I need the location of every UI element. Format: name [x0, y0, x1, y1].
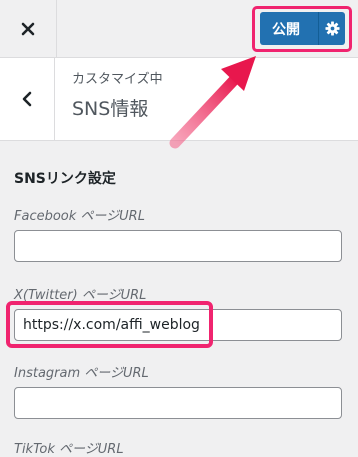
twitter-url-input[interactable]: [14, 309, 342, 341]
tiktok-url-label: TikTok ページURL: [14, 442, 124, 457]
publish-settings-button[interactable]: [319, 21, 345, 36]
instagram-url-input[interactable]: [14, 387, 342, 419]
instagram-url-label: Instagram ページURL: [14, 366, 149, 381]
twitter-url-label: X(Twitter) ページURL: [14, 288, 147, 303]
close-icon: [21, 22, 35, 35]
sns-group-title: SNSリンク設定: [14, 171, 116, 187]
publish-button[interactable]: 公開: [272, 19, 318, 39]
back-button[interactable]: [0, 58, 55, 140]
facebook-url-label: Facebook ページURL: [14, 209, 145, 224]
close-button[interactable]: [0, 0, 57, 57]
section-header: カスタマイズ中 SNS情報: [0, 58, 358, 141]
customizing-breadcrumb: カスタマイズ中: [72, 72, 163, 87]
chevron-left-icon: [22, 91, 32, 107]
publish-button-group: 公開: [260, 12, 345, 45]
gear-icon: [324, 21, 340, 36]
section-title: SNS情報: [72, 98, 149, 120]
facebook-url-input[interactable]: [14, 230, 342, 262]
